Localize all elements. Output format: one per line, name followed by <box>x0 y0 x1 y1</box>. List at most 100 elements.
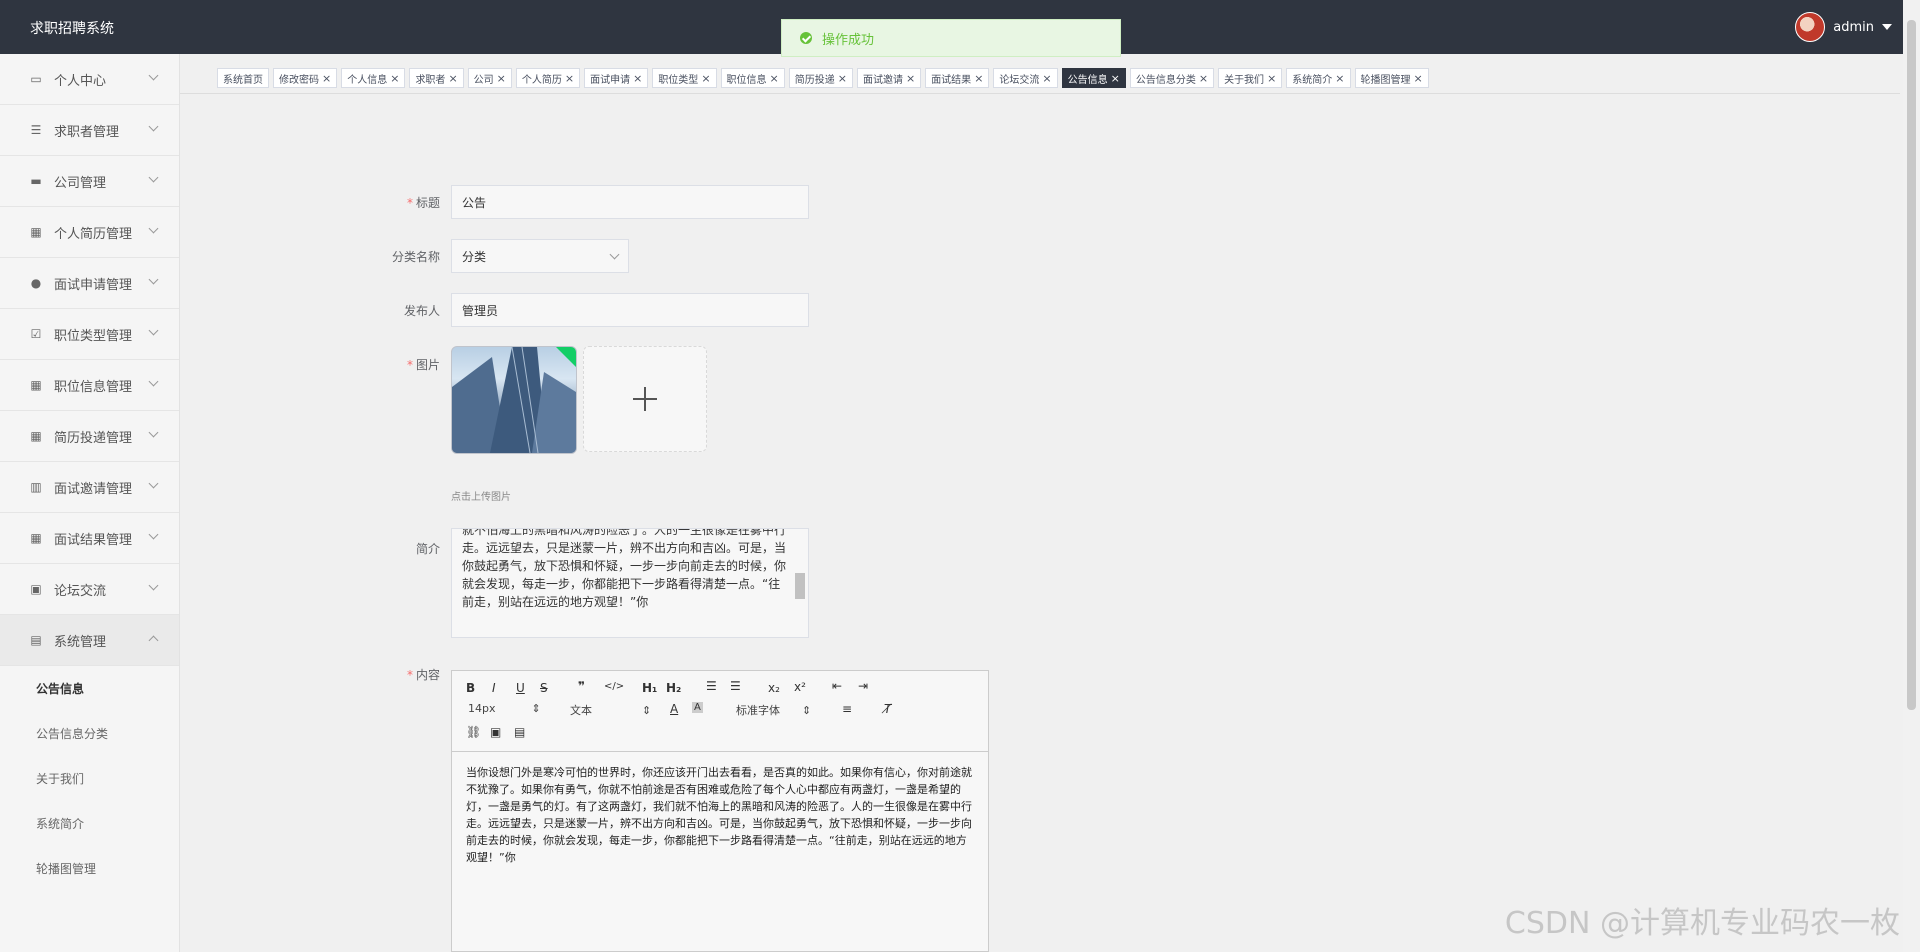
tab-item[interactable]: 个人简历 × <box>515 68 581 88</box>
close-icon[interactable]: × <box>770 72 779 85</box>
sidebar-item-resume-delivery[interactable]: ▦ 简历投递管理 <box>0 411 179 462</box>
italic-icon[interactable]: I <box>492 681 496 695</box>
close-icon[interactable]: × <box>1414 72 1423 85</box>
caret-down-icon[interactable] <box>1882 24 1892 30</box>
title-input[interactable] <box>451 185 809 219</box>
category-select[interactable]: 分类 <box>451 239 629 273</box>
close-icon[interactable]: × <box>701 72 710 85</box>
align-icon[interactable]: ≡ <box>842 702 852 716</box>
blockquote-icon[interactable]: ❞ <box>578 679 585 693</box>
tab-item[interactable]: 个人信息 × <box>341 68 406 88</box>
sidebar-item-company[interactable]: ▬ 公司管理 <box>0 156 179 207</box>
close-icon[interactable]: × <box>633 72 642 85</box>
username[interactable]: admin <box>1833 20 1874 35</box>
tab-item[interactable]: 求职者 × <box>409 68 464 88</box>
tab-label: 面试邀请 <box>862 74 903 86</box>
submenu-item-notice-category[interactable]: 公告信息分类 <box>0 711 179 756</box>
sidebar-item-interview-apply[interactable]: ● 面试申请管理 <box>0 258 179 309</box>
h2-icon[interactable]: H₂ <box>666 681 681 695</box>
tab-item[interactable]: 论坛交流 × <box>993 68 1058 88</box>
close-icon[interactable]: × <box>906 72 915 85</box>
sidebar-item-job-info[interactable]: ▦ 职位信息管理 <box>0 360 179 411</box>
bold-icon[interactable]: B <box>466 681 475 695</box>
sidebar-item-resume[interactable]: ▦ 个人简历管理 <box>0 207 179 258</box>
text-style-select[interactable]: 文本 ⇕ <box>570 702 651 718</box>
submenu-item-intro[interactable]: 系统简介 <box>0 801 179 846</box>
close-icon[interactable]: × <box>974 72 983 85</box>
sidebar-item-personal-center[interactable]: ▭ 个人中心 <box>0 54 179 105</box>
submenu-item-carousel[interactable]: 轮播图管理 <box>0 846 179 891</box>
code-icon[interactable]: </> <box>604 681 624 692</box>
submenu-item-about[interactable]: 关于我们 <box>0 756 179 801</box>
close-icon[interactable]: × <box>448 72 457 85</box>
publisher-input[interactable] <box>451 293 809 327</box>
subscript-icon[interactable]: x₂ <box>768 681 780 695</box>
indent-decrease-icon[interactable]: ⇤ <box>832 679 842 693</box>
close-icon[interactable]: × <box>1111 72 1120 85</box>
image-icon[interactable]: ▣ <box>490 725 501 739</box>
person-icon: ● <box>30 276 42 290</box>
tab-item[interactable]: 职位类型 × <box>652 68 717 88</box>
submenu-item-notice[interactable]: 公告信息 <box>0 666 179 711</box>
ordered-list-icon[interactable]: ☰ <box>706 679 717 693</box>
intro-label: 简介 <box>415 542 440 556</box>
close-icon[interactable]: × <box>565 72 574 85</box>
indent-increase-icon[interactable]: ⇥ <box>858 679 868 693</box>
list-icon: ☰ <box>30 123 42 137</box>
avatar[interactable] <box>1795 12 1826 42</box>
sidebar-item-system[interactable]: ▤ 系统管理 <box>0 615 179 666</box>
underline-icon[interactable]: U <box>516 681 525 695</box>
close-icon[interactable]: × <box>322 72 331 85</box>
close-icon[interactable]: × <box>390 72 399 85</box>
font-size-select[interactable]: 14px ⇕ <box>468 702 541 715</box>
video-icon[interactable]: ▤ <box>514 725 525 739</box>
tab-item[interactable]: 面试申请 × <box>584 68 649 88</box>
superscript-icon[interactable]: x² <box>794 680 806 694</box>
tab-item[interactable]: 关于我们 × <box>1218 68 1283 88</box>
tab-item[interactable]: 修改密码 × <box>273 68 338 88</box>
close-icon[interactable]: × <box>497 72 506 85</box>
close-icon[interactable]: × <box>1199 72 1208 85</box>
background-color-icon[interactable]: A <box>692 702 703 713</box>
upload-button[interactable] <box>583 346 707 452</box>
tab-item[interactable]: 简历投递 × <box>788 68 853 88</box>
link-icon[interactable]: ⛓ <box>466 725 481 739</box>
tab-item[interactable]: 系统简介 × <box>1286 68 1351 88</box>
tab-item-active[interactable]: 公告信息 × <box>1061 68 1126 88</box>
editor-content[interactable]: 当你设想门外是寒冷可怕的世界时，你还应该开门出去看看，是否真的如此。如果你有信心… <box>452 752 988 878</box>
close-icon[interactable]: × <box>838 72 847 85</box>
close-icon[interactable]: × <box>1042 72 1051 85</box>
sidebar-item-forum[interactable]: ▣ 论坛交流 <box>0 564 179 615</box>
strike-icon[interactable]: S <box>540 681 548 695</box>
h1-icon[interactable]: H₁ <box>642 681 657 695</box>
tab-item[interactable]: 公告信息分类 × <box>1129 68 1215 88</box>
user-menu[interactable]: admin <box>1795 12 1892 42</box>
close-icon[interactable]: × <box>1267 72 1276 85</box>
tab-label: 公告信息 <box>1067 74 1108 86</box>
font-color-icon[interactable]: A <box>670 702 678 716</box>
font-family-select[interactable]: 标准字体 ⇕ <box>736 702 811 718</box>
clear-format-icon[interactable]: T̸ <box>884 702 891 716</box>
sidebar-item-label: 系统管理 <box>54 634 107 650</box>
tab-item[interactable]: 面试邀请 × <box>856 68 922 88</box>
close-icon[interactable]: × <box>1335 72 1344 85</box>
sidebar-item-jobseeker[interactable]: ☰ 求职者管理 <box>0 105 179 156</box>
uploaded-image-thumbnail[interactable] <box>451 346 577 454</box>
chevron-down-icon <box>148 325 159 336</box>
chat-icon: ▬ <box>30 174 42 188</box>
toast-message: 操作成功 <box>822 32 875 48</box>
sidebar-item-interview-result[interactable]: ▦ 面试结果管理 <box>0 513 179 564</box>
tab-item[interactable]: 轮播图管理 × <box>1354 68 1429 88</box>
bullet-list-icon[interactable]: ☰ <box>730 679 741 693</box>
tab-label: 面试申请 <box>590 74 631 86</box>
tab-item[interactable]: 面试结果 × <box>925 68 990 88</box>
tab-item[interactable]: 公司 × <box>467 68 512 88</box>
sidebar-item-interview-invite[interactable]: ▥ 面试邀请管理 <box>0 462 179 513</box>
tab-item[interactable]: 系统首页 <box>217 68 269 88</box>
sidebar-item-label: 简历投递管理 <box>54 430 133 446</box>
tab-item[interactable]: 职位信息 × <box>720 68 785 88</box>
sidebar-item-job-type[interactable]: ☑ 职位类型管理 <box>0 309 179 360</box>
intro-textarea[interactable]: 就不怕海上的黑暗和风涛的险恶了。人的一生很像是在雾中行走。远远望去，只是迷蒙一片… <box>451 528 809 638</box>
page-scrollbar[interactable] <box>1903 0 1920 952</box>
textarea-scrollbar[interactable] <box>794 533 806 633</box>
